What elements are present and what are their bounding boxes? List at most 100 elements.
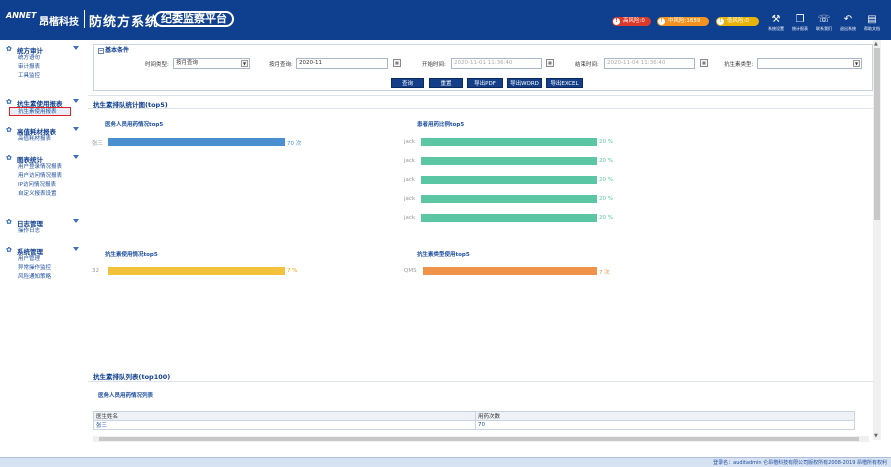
tool-contact-button[interactable]: ☏ 联系我们 (813, 14, 835, 34)
alert-icon: ! (613, 18, 620, 25)
end-time-value: 2020-11-04 11:36:40 (607, 60, 666, 66)
sidebar-item-access-report[interactable]: 用户访问情况报表 (0, 172, 88, 181)
start-time-input[interactable]: 2020-11-01 11:36:40 (451, 58, 542, 69)
menu-group-logs: ✿ 日志管理 操作日志 (0, 217, 88, 236)
chart-bar[interactable] (421, 176, 597, 184)
table-cell: 70 (475, 420, 855, 430)
chevron-down-icon (73, 155, 79, 159)
query-button[interactable]: 查询 (391, 78, 424, 88)
export-excel-button[interactable]: 导出EXCEL (546, 78, 583, 88)
value-label: 7 次 (599, 270, 610, 276)
end-time-input[interactable]: 2020-11-04 11:36:40 (604, 58, 695, 69)
gear-icon: ✿ (6, 45, 12, 53)
col-header-doctor[interactable]: 医生姓名 (93, 411, 476, 421)
chart-bar[interactable] (108, 138, 285, 146)
category-label: jack (404, 177, 416, 183)
sidebar-item-antibiotic-report[interactable]: 抗生素使用报表 (9, 107, 71, 116)
mid-risk-badge[interactable]: ! 中风险:1659 (657, 17, 709, 26)
sidebar-item-consumables-report[interactable]: 高值耗材报表 (0, 135, 88, 144)
tool-label: 系统设置 (768, 26, 784, 31)
list-section-title: 抗生素排队列表(top100) (93, 373, 171, 381)
calendar-icon[interactable]: ▦ (546, 59, 554, 67)
header-divider (84, 10, 85, 28)
alert-icon: ! (717, 18, 724, 25)
scroll-thumb[interactable] (874, 48, 880, 220)
vertical-scrollbar[interactable]: ▲ ▼ (873, 40, 881, 440)
category-label: jack (404, 215, 416, 221)
reset-button[interactable]: 重置 (429, 78, 463, 88)
chevron-down-icon: ▼ (241, 60, 248, 67)
menu-group-header[interactable]: ✿ 高值耗材报表 (0, 125, 88, 136)
tool-reports-button[interactable]: ❐ 统计报表 (789, 14, 811, 34)
high-risk-label: 高风险:0 (623, 18, 645, 24)
sidebar-item-operation-log[interactable]: 操作日志 (0, 227, 88, 236)
scroll-up-icon[interactable]: ▲ (874, 41, 878, 47)
menu-group-consumables: ✿ 高值耗材报表 高值耗材报表 (0, 125, 88, 144)
chart-bar[interactable] (421, 157, 597, 165)
value-label: 20 % (599, 177, 613, 183)
sidebar-item-custom-report[interactable]: 自定义报表设置 (0, 190, 88, 199)
tools-icon: ⚒ (771, 14, 781, 25)
scroll-down-icon[interactable]: ▼ (874, 433, 878, 439)
sidebar-item-tool-monitor[interactable]: 工具监控 (0, 72, 88, 81)
high-risk-badge[interactable]: ! 高风险:0 (612, 17, 651, 26)
tool-logout-button[interactable]: ↶ 退出系统 (837, 14, 859, 34)
gear-icon: ✿ (6, 218, 12, 226)
sidebar: ✿ 统方审计 统方语句 审计报表 工具监控 ✿ 抗生素使用报表 抗生素使用报表 … (0, 40, 88, 457)
menu-group-header[interactable]: ✿ 抗生素使用报表 (0, 97, 88, 108)
col-header-count[interactable]: 用药次数 (475, 411, 855, 421)
menu-group-header[interactable]: ✿ 日志管理 (0, 217, 88, 228)
scroll-thumb[interactable] (99, 437, 859, 441)
chevron-down-icon (73, 219, 79, 223)
low-risk-badge[interactable]: ! 低风险:0 (716, 17, 759, 26)
patient-chart-title: 患者用药比例top5 (417, 122, 465, 128)
chart-bar[interactable] (423, 267, 597, 275)
chart-bar[interactable] (108, 267, 285, 275)
filter-legend[interactable]: − 基本条件 (96, 45, 132, 54)
calendar-icon[interactable]: ▦ (393, 59, 401, 67)
category-label: jack (404, 139, 416, 145)
drug-chart-title: 抗生素使用情况top5 (105, 252, 158, 258)
gear-icon: ✿ (6, 98, 12, 106)
sidebar-item-statements[interactable]: 统方语句 (0, 54, 88, 63)
tool-label: 退出系统 (840, 26, 856, 31)
platform-subtitle: 纪委监察平台 (154, 11, 234, 27)
chart-bar[interactable] (421, 138, 597, 146)
table-row[interactable]: 张三 70 (93, 420, 855, 430)
book-icon: ▤ (867, 14, 877, 25)
menu-group-system: ✿ 系统管理 用户管理 异常操作监控 风险通知策略 (0, 245, 88, 282)
menu-group-audit: ✿ 统方审计 统方语句 审计报表 工具监控 (0, 44, 88, 81)
sidebar-item-login-report[interactable]: 用户登录情况报表 (0, 163, 88, 172)
calendar-icon[interactable]: ▦ (700, 59, 708, 67)
sidebar-item-audit-report[interactable]: 审计报表 (0, 63, 88, 72)
month-input[interactable]: 2020-11 (296, 58, 388, 69)
sidebar-item-abnormal-monitor[interactable]: 异常操作监控 (0, 264, 88, 273)
menu-group-header[interactable]: ✿ 系统管理 (0, 245, 88, 256)
company-logo: ANNET (6, 11, 37, 20)
menu-group-header[interactable]: ✿ 统方审计 (0, 44, 88, 55)
tool-settings-button[interactable]: ⚒ 系统设置 (765, 14, 787, 34)
main-content (88, 40, 882, 446)
tool-help-button[interactable]: ▤ 帮助文档 (861, 14, 883, 34)
sidebar-item-ip-report[interactable]: IP访问情况报表 (0, 181, 88, 190)
table-cell: 张三 (93, 420, 476, 430)
category-label: jack (404, 158, 416, 164)
time-type-select[interactable]: 按月查询 ▼ (173, 58, 250, 69)
data-table: 医生姓名 用药次数 张三 70 (93, 411, 855, 430)
header-toolbar: ⚒ 系统设置 ❐ 统计报表 ☏ 联系我们 ↶ 退出系统 ▤ 帮助文档 (765, 14, 887, 34)
chart-bar[interactable] (421, 195, 597, 203)
export-pdf-button[interactable]: 导出PDF (467, 78, 503, 88)
antibiotic-type-select[interactable]: ▼ (757, 58, 862, 69)
horizontal-scrollbar[interactable] (93, 436, 869, 442)
export-word-button[interactable]: 导出WORD (507, 78, 542, 88)
category-label: 32 (92, 268, 99, 274)
start-time-value: 2020-11-01 11:36:40 (454, 60, 513, 66)
menu-group-header[interactable]: ✿ 图表统计 (0, 153, 88, 164)
section-divider (88, 95, 873, 96)
gear-icon: ✿ (6, 246, 12, 254)
chevron-down-icon: ▼ (853, 60, 860, 67)
value-label: 7 % (287, 268, 298, 274)
chart-bar[interactable] (421, 214, 597, 222)
sidebar-item-risk-policy[interactable]: 风险通知策略 (0, 273, 88, 282)
sidebar-item-user-mgmt[interactable]: 用户管理 (0, 255, 88, 264)
